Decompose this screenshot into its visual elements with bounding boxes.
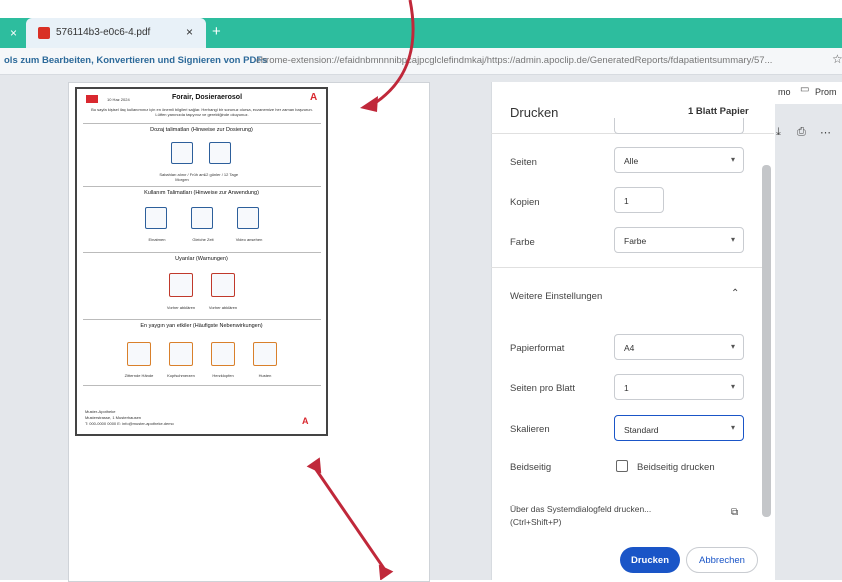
- pages-per-sheet-label: Seiten pro Blatt: [510, 383, 575, 394]
- chevron-down-icon: ▾: [731, 382, 736, 391]
- copies-value: 1: [624, 196, 629, 206]
- more-settings-toggle[interactable]: Weitere Einstellungen: [510, 291, 602, 302]
- dose-label: 12 günler / 12 Tage: [203, 172, 239, 177]
- url-text[interactable]: chrome-extension://efaidnbmnnnibpcajpcgl…: [256, 55, 772, 66]
- close-tab-icon[interactable]: ×: [10, 26, 17, 40]
- folder-icon: ▭: [800, 84, 810, 95]
- close-tab-button[interactable]: ×: [186, 25, 193, 39]
- pages-per-sheet-select[interactable]: [614, 374, 744, 400]
- paper-size-value: A4: [624, 343, 635, 353]
- clock-icon: [191, 207, 213, 229]
- copies-label: Kopien: [510, 197, 540, 208]
- duplex-checkbox[interactable]: [616, 460, 628, 472]
- side-label: Zitternde Hände: [124, 373, 154, 378]
- apotheke-logo: A: [310, 92, 318, 103]
- section-dosage: Dozaj talimatları (Hinweise zur Dosierun…: [150, 127, 253, 133]
- cough-icon: [253, 342, 277, 366]
- side-label: Herzklopfen: [212, 373, 234, 378]
- cancel-button[interactable]: Abbrechen: [686, 547, 758, 573]
- system-dialog-shortcut: (Ctrl+Shift+P): [510, 517, 562, 527]
- headache-icon: [169, 342, 193, 366]
- divider: [83, 385, 321, 386]
- qr-code-icon: [237, 207, 259, 229]
- pdf-title: Forair, Dosieraerosol: [172, 94, 243, 101]
- scale-value: Standard: [624, 425, 659, 435]
- calendar-icon: [209, 142, 231, 164]
- bookmark-item[interactable]: Prom: [815, 87, 837, 97]
- print-button[interactable]: Drucken: [620, 547, 680, 573]
- more-icon[interactable]: ⋯: [820, 126, 831, 139]
- warn-label: Vorher abklären: [208, 305, 238, 310]
- duplex-label: Beidseitig: [510, 462, 552, 473]
- chevron-down-icon: ▾: [731, 235, 736, 244]
- pdf-icon: [38, 27, 50, 39]
- trembling-hands-icon: [127, 342, 151, 366]
- dose-label: Sabahları alınır / Früh am Morgen: [159, 172, 205, 182]
- bookmark-item[interactable]: mo: [778, 87, 791, 97]
- divider: [83, 186, 321, 187]
- color-label: Farbe: [510, 237, 535, 248]
- use-label: Video ansehen: [235, 237, 263, 242]
- side-label: Kopfschmerzen: [167, 373, 195, 378]
- external-link-icon[interactable]: ⧉: [731, 507, 738, 518]
- sheet-count: 1 Blatt Papier: [688, 106, 749, 117]
- pharmacy-address: Musterstrasse, 1 Musterhausen: [85, 415, 142, 420]
- section-side-effects: En yaygın yan etkiler (Häufigste Nebenwi…: [140, 323, 263, 329]
- download-icon[interactable]: ⤓: [776, 126, 781, 139]
- apotheke-logo: A: [302, 416, 309, 426]
- warn-label: Vorher abklären: [166, 305, 196, 310]
- pdf-thumbnail: 10 Haz 2024 Forair, Dosieraerosol A Bu s…: [75, 87, 328, 436]
- chevron-down-icon: ▾: [731, 423, 736, 432]
- pages-label: Seiten: [510, 157, 537, 168]
- side-label: Husten: [258, 373, 272, 378]
- pharmacy-contact: T: 000-0000 0000 E: info@muster-apotheke…: [85, 421, 174, 426]
- divider: [83, 252, 321, 253]
- duplex-checkbox-label[interactable]: Beidseitig drucken: [637, 462, 715, 473]
- copies-input[interactable]: [614, 187, 664, 213]
- destination-select[interactable]: [614, 118, 744, 134]
- breastfeeding-icon: [211, 273, 235, 297]
- pages-value: Alle: [624, 156, 639, 166]
- pdf-date: 10 Haz 2024: [107, 97, 130, 102]
- chevron-up-icon[interactable]: ⌃: [731, 288, 739, 299]
- heart-icon: [211, 342, 235, 366]
- tab-title: 576114b3-e0c6-4.pdf: [56, 27, 151, 38]
- divider: [491, 267, 763, 268]
- sunrise-icon: [171, 142, 193, 164]
- chevron-down-icon: ▾: [731, 155, 736, 164]
- print-icon[interactable]: ⎙: [797, 126, 806, 139]
- extension-label: ols zum Bearbeiten, Konvertieren und Sig…: [4, 55, 268, 66]
- dialog-scrollbar[interactable]: [762, 165, 771, 517]
- pharmacy-name: Muster-Apotheke: [85, 409, 116, 414]
- bookmark-star-icon[interactable]: ☆: [832, 52, 842, 66]
- pages-per-sheet-value: 1: [624, 383, 629, 393]
- scale-label: Skalieren: [510, 424, 550, 435]
- new-tab-button[interactable]: +: [212, 23, 221, 40]
- inhaler-icon: [145, 207, 167, 229]
- divider: [83, 319, 321, 320]
- use-label: Gleiche Zeit: [192, 237, 214, 242]
- use-label: Einatmen: [148, 237, 166, 242]
- section-usage: Kullanım Talimatları (Hinweise zur Anwen…: [144, 190, 259, 196]
- pdf-intro: Bu sayfa kişisel ilaç kullanımınız için …: [91, 107, 313, 117]
- section-warnings: Uyarılar (Warnungen): [175, 256, 228, 262]
- turkish-flag-icon: [86, 95, 98, 103]
- pregnancy-icon: [169, 273, 193, 297]
- paper-size-label: Papierformat: [510, 343, 565, 354]
- print-dialog-title: Drucken: [510, 105, 559, 120]
- system-dialog-link[interactable]: Über das Systemdialogfeld drucken...: [510, 504, 651, 514]
- divider: [83, 123, 321, 124]
- chevron-down-icon: ▾: [731, 342, 736, 351]
- color-value: Farbe: [624, 236, 647, 246]
